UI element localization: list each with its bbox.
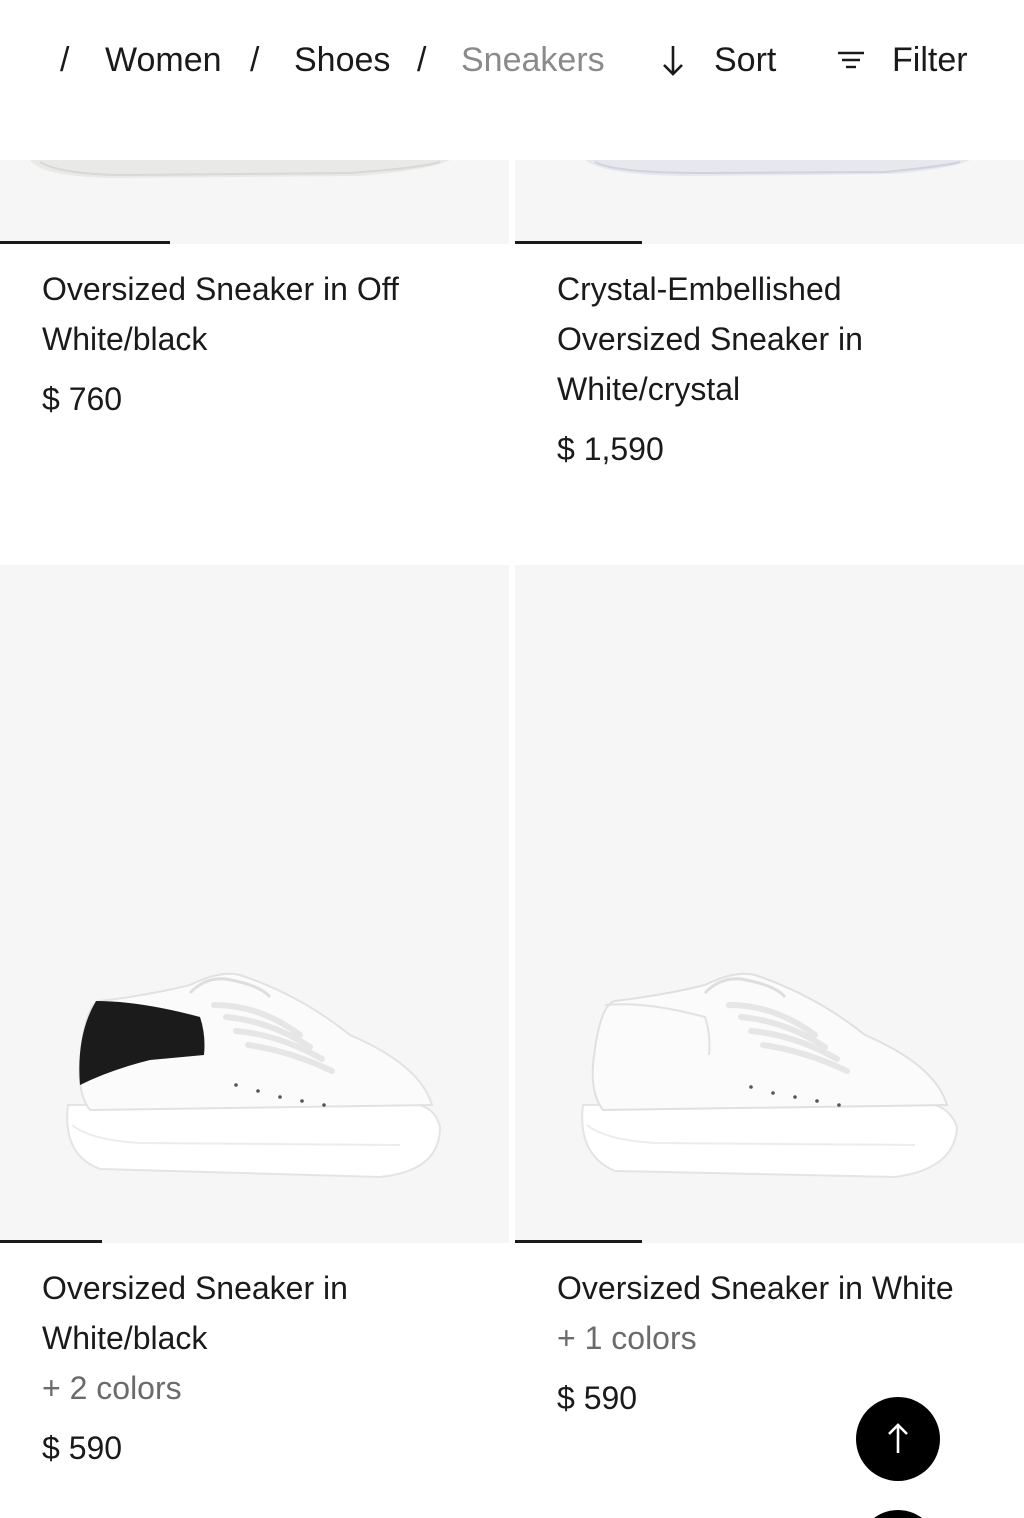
product-name: White/crystal (557, 371, 741, 407)
product-info[interactable]: Crystal-Embellished Oversized Sneaker in… (557, 264, 997, 474)
sneaker-sole-image (30, 160, 450, 178)
sneaker-white-image (581, 972, 959, 1179)
product-info[interactable]: Oversized Sneaker in White/black + 2 col… (42, 1263, 482, 1473)
product-image[interactable] (0, 160, 509, 244)
product-colors: + 1 colors (557, 1320, 697, 1356)
product-name: Oversized Sneaker in (557, 321, 863, 357)
breadcrumb-separator: / (250, 40, 260, 79)
sneaker-sole-image (585, 160, 970, 176)
arrow-up-icon (886, 1422, 910, 1456)
sneaker-white-black-image (66, 972, 442, 1179)
chat-button[interactable] (858, 1510, 938, 1518)
product-price: $ 760 (42, 381, 123, 417)
product-image[interactable] (0, 565, 509, 1243)
breadcrumb-women[interactable]: Women (105, 41, 222, 80)
breadcrumb: / Women / Shoes / Sneakers (60, 36, 620, 84)
product-name: Crystal-Embellished (557, 271, 842, 307)
filter-label: Filter (892, 40, 968, 79)
product-name: Oversized Sneaker in (42, 1270, 348, 1306)
product-price: $ 1,590 (557, 431, 664, 467)
product-name: White/black (42, 1320, 208, 1356)
product-price: $ 590 (42, 1430, 123, 1466)
carousel-progress-bar (0, 241, 170, 244)
product-name: White/black (42, 321, 208, 357)
filter-lines-icon (836, 40, 866, 80)
breadcrumb-shoes[interactable]: Shoes (294, 41, 390, 80)
product-image[interactable] (515, 565, 1024, 1243)
breadcrumb-separator: / (417, 40, 427, 79)
product-info[interactable]: Oversized Sneaker in White + 1 colors $ … (557, 1263, 997, 1423)
carousel-progress-bar (0, 1240, 102, 1243)
breadcrumb-sneakers: Sneakers (461, 40, 605, 79)
product-image[interactable] (515, 160, 1024, 244)
sort-button[interactable]: Sort (658, 36, 776, 84)
carousel-progress-bar (515, 1240, 642, 1243)
product-name: Oversized Sneaker in White (557, 1270, 954, 1306)
breadcrumb-separator: / (60, 40, 70, 79)
filter-button[interactable]: Filter (836, 36, 968, 84)
back-to-top-button[interactable] (856, 1397, 940, 1481)
product-colors: + 2 colors (42, 1370, 182, 1406)
product-info[interactable]: Oversized Sneaker in Off White/black $ 7… (42, 264, 482, 424)
carousel-progress-bar (515, 241, 642, 244)
top-bar: / Women / Shoes / Sneakers Sort Filter (0, 0, 1024, 160)
product-name: Oversized Sneaker in Off (42, 271, 399, 307)
arrow-down-icon (658, 40, 688, 80)
product-listing-page: / Women / Shoes / Sneakers Sort Filter O… (0, 0, 1024, 1518)
sort-label: Sort (714, 40, 777, 79)
